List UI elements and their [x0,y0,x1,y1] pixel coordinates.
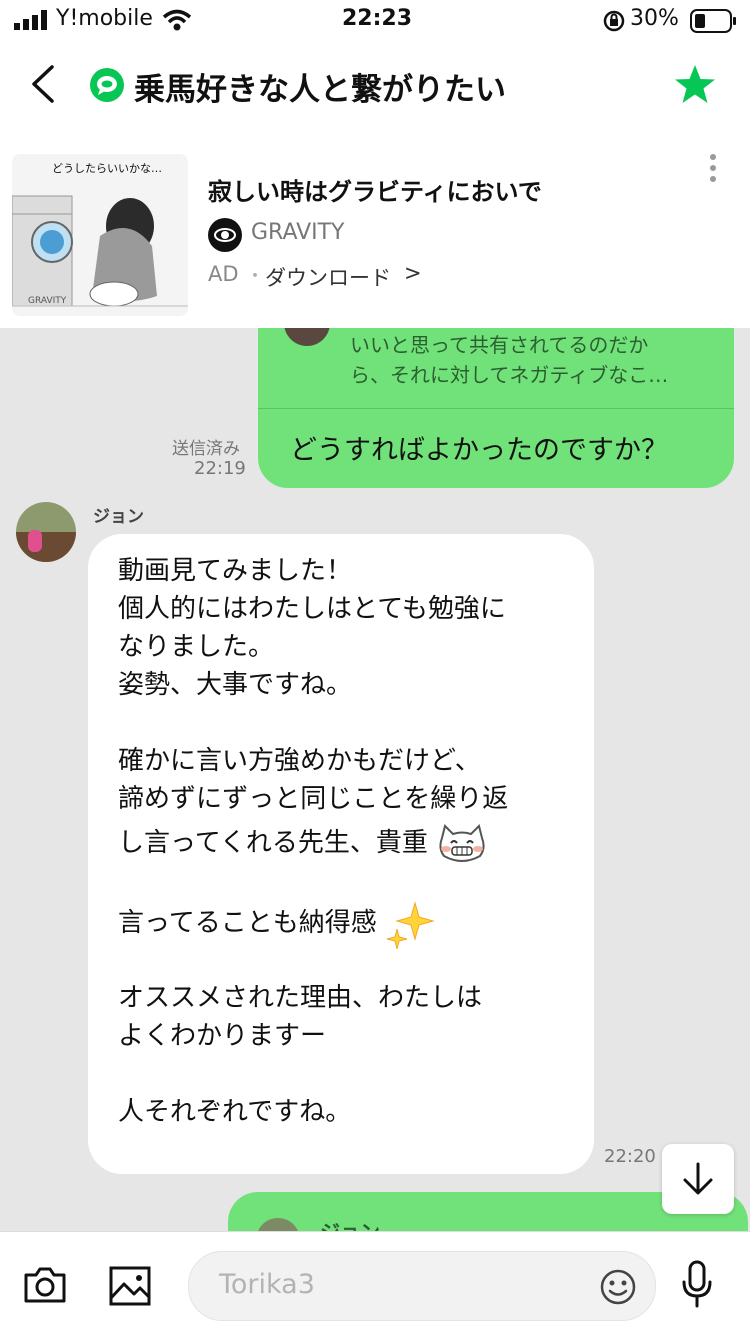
message-line [118,704,508,742]
quoted-line-1: いいと思って共有されてるのだか [350,333,649,357]
message-line: し言ってくれる先生、貴重 [118,828,428,858]
sent-time: 22:19 [194,458,246,479]
quoted-avatar [256,1218,300,1231]
message-line [118,1055,508,1093]
message-line: よくわかりますー [118,1020,327,1051]
ad-cta-button[interactable]: ダウンロード [265,262,391,292]
message-line [118,949,508,979]
clock: 22:23 [342,6,413,31]
ad-label: AD [208,262,239,286]
emoji-icon[interactable] [599,1268,637,1306]
message-input[interactable]: Torika3 [188,1251,656,1321]
ad-separator: ・ [246,266,264,287]
message-line: 諦めずにずっと同じことを繰り返 [118,784,509,814]
status-bar: Y!mobile 22:23 30% [0,0,750,44]
read-status: 送信済み [172,439,240,459]
mic-icon[interactable] [680,1260,714,1310]
message-line: 姿勢、大事ですね。 [118,670,353,700]
camera-icon[interactable] [22,1265,68,1305]
sent-message-text: どうすればよかったのですか？ [290,435,668,466]
message-line: 確かに言い方強めかもだけど、 [118,746,481,776]
gravity-logo-icon [208,218,242,252]
ad-image-caption: どうしたらいいかな… [52,162,162,175]
received-time: 22:20 [604,1146,656,1167]
message-line: 言ってることも納得感 [118,908,377,938]
ad-banner[interactable]: どうしたらいいかな… GRAVITY 寂しい時はグラビティにおいで GRAVIT… [0,130,750,328]
ad-illustration-icon [12,195,188,307]
message-input-placeholder: Torika3 [219,1269,315,1300]
ad-image-logo: GRAVITY [28,296,67,306]
battery-percent: 30% [630,6,679,31]
star-icon[interactable] [673,64,717,106]
message-input-bar: Torika3 [0,1231,750,1335]
ad-advertiser: GRAVITY [251,220,345,245]
avatar[interactable] [16,502,76,562]
grinning-cat-emoji-icon [439,823,485,862]
chat-area[interactable]: いいと思って共有されてるのだか ら、それに対してネガティブなこ… どうすればよか… [0,328,750,1231]
message-body: 動画見てみました！ 個人的にはわたしはとても勉強に なりました。 姿勢、大事です… [118,552,508,1131]
sender-name: ジョン [93,507,144,527]
wifi-icon [162,9,192,31]
openchat-icon [90,68,124,102]
lock-rotation-icon [603,10,625,32]
quoted-avatar [284,328,330,346]
quoted-line-2: ら、それに対してネガティブなこ… [350,363,669,387]
back-chevron-icon[interactable] [28,64,58,104]
message-line [118,868,508,898]
message-line: オススメされた理由、わたしは [118,982,483,1013]
received-message-bubble[interactable]: 動画見てみました！ 個人的にはわたしはとても勉強に なりました。 姿勢、大事です… [88,534,594,1174]
message-line: 人それぞれですね。 [118,1096,352,1127]
sent-message-bubble[interactable]: いいと思って共有されてるのだか ら、それに対してネガティブなこ… どうすればよか… [258,328,734,488]
quote-divider [258,408,734,409]
ad-headline[interactable]: 寂しい時はグラビティにおいで [208,172,542,207]
message-line: 動画見てみました！ [118,556,353,586]
scroll-down-icon [683,1162,713,1195]
page-title: 乗馬好きな人と繋がりたい [134,72,506,108]
sparkles-emoji-icon [386,900,435,949]
chevron-right-icon[interactable]: > [404,261,422,285]
image-icon[interactable] [108,1265,152,1307]
more-vertical-icon[interactable] [706,152,720,186]
chat-header: 乗馬好きな人と繋がりたい [0,44,750,130]
quoted-sender: ジョン [320,1216,380,1231]
ad-image[interactable]: どうしたらいいかな… GRAVITY [12,154,188,316]
carrier-label: Y!mobile [56,6,153,31]
message-line: 個人的にはわたしはとても勉強に [118,594,506,624]
scroll-down-button[interactable] [662,1144,734,1214]
signal-icon [14,10,47,30]
battery-icon [690,9,736,33]
message-line: なりました。 [118,632,275,662]
